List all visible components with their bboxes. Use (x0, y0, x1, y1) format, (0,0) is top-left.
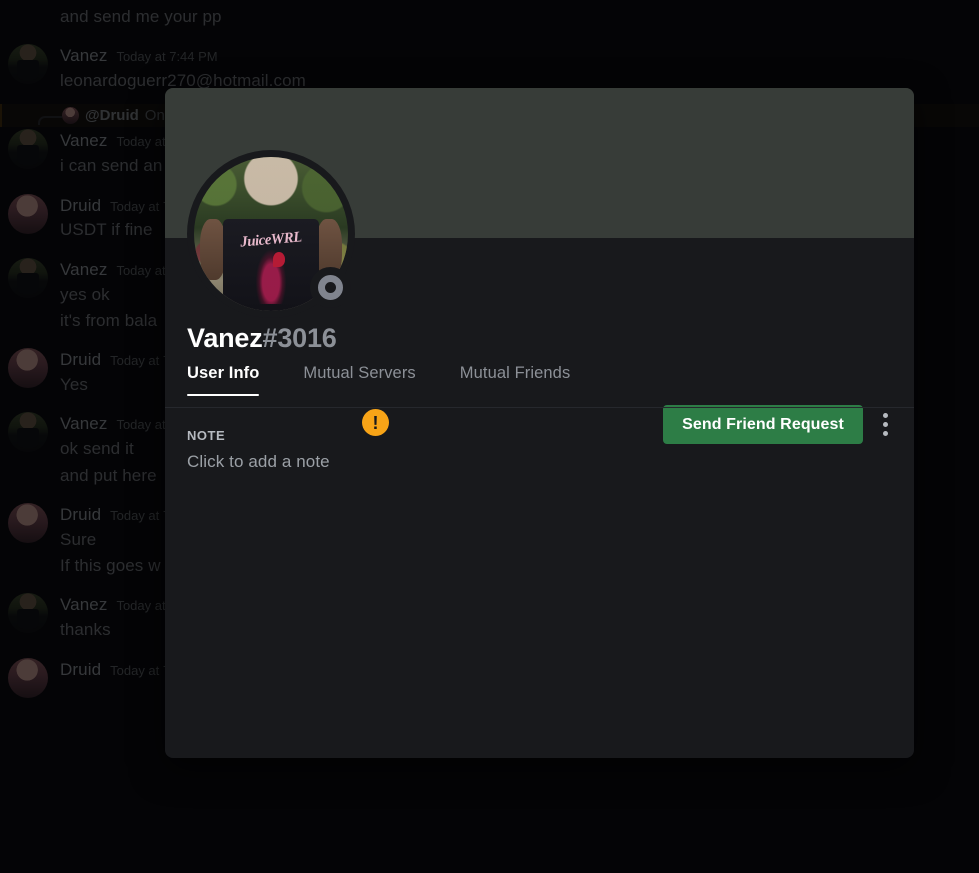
message-author[interactable]: Vanez (60, 44, 107, 68)
message-author[interactable]: Druid (60, 503, 101, 527)
reply-mention[interactable]: @Druid (85, 107, 139, 124)
reply-avatar (62, 107, 79, 125)
avatar[interactable] (8, 348, 48, 389)
avatar[interactable] (8, 502, 48, 543)
profile-header: JuiceWRLD ! Send Friend Request Vanez#30… (165, 150, 914, 444)
avatar[interactable] (8, 412, 48, 453)
message-author[interactable]: Vanez (60, 129, 107, 153)
avatar-shirt: JuiceWRLD (223, 218, 319, 311)
tab-mutual-friends[interactable]: Mutual Friends (460, 364, 585, 395)
note-input[interactable]: Click to add a note (187, 452, 892, 472)
tab-user-info[interactable]: User Info (187, 364, 273, 396)
username-name: Vanez (187, 323, 263, 353)
message-author[interactable]: Druid (60, 194, 101, 218)
reply-spine-icon (38, 115, 62, 125)
reply-preview-text: On (144, 107, 165, 125)
username-discriminator: #3016 (262, 323, 337, 353)
message-timestamp: Today at 7:44 PM (116, 49, 218, 65)
more-options-icon[interactable] (872, 405, 898, 444)
send-friend-request-button[interactable]: Send Friend Request (663, 405, 863, 444)
avatar[interactable] (8, 193, 48, 234)
profile-tab-bar: User Info Mutual Servers Mutual Friends (165, 364, 914, 408)
shirt-wordmark: JuiceWRLD (239, 228, 302, 248)
message-text: and send me your pp (60, 7, 222, 26)
avatar[interactable] (8, 129, 48, 170)
tab-mutual-servers[interactable]: Mutual Servers (303, 364, 429, 395)
message-author[interactable]: Vanez (60, 258, 107, 282)
profile-action-bar: Send Friend Request (663, 405, 898, 444)
discord-app-window: and send me your pp Vanez Today at 7:44 … (0, 0, 979, 873)
message-author[interactable]: Vanez (60, 593, 107, 617)
message-header: Vanez Today at 7:44 PM (60, 44, 963, 68)
message-author[interactable]: Vanez (60, 412, 107, 436)
chat-message[interactable]: and send me your pp (0, 4, 979, 30)
profile-username: Vanez#3016 (187, 323, 337, 354)
avatar[interactable] (8, 44, 48, 85)
profile-avatar[interactable]: JuiceWRLD (187, 150, 355, 318)
avatar[interactable] (8, 593, 48, 634)
message-author[interactable]: Druid (60, 348, 101, 372)
chat-message[interactable]: Vanez Today at 7:44 PM leonardoguerr270@… (0, 44, 979, 94)
status-indicator-offline (310, 267, 351, 308)
user-profile-modal: JuiceWRLD ! Send Friend Request Vanez#30… (165, 88, 914, 758)
message-author[interactable]: Druid (60, 658, 101, 682)
avatar[interactable] (8, 657, 48, 698)
avatar[interactable] (8, 257, 48, 298)
warning-badge-icon[interactable]: ! (362, 409, 389, 436)
